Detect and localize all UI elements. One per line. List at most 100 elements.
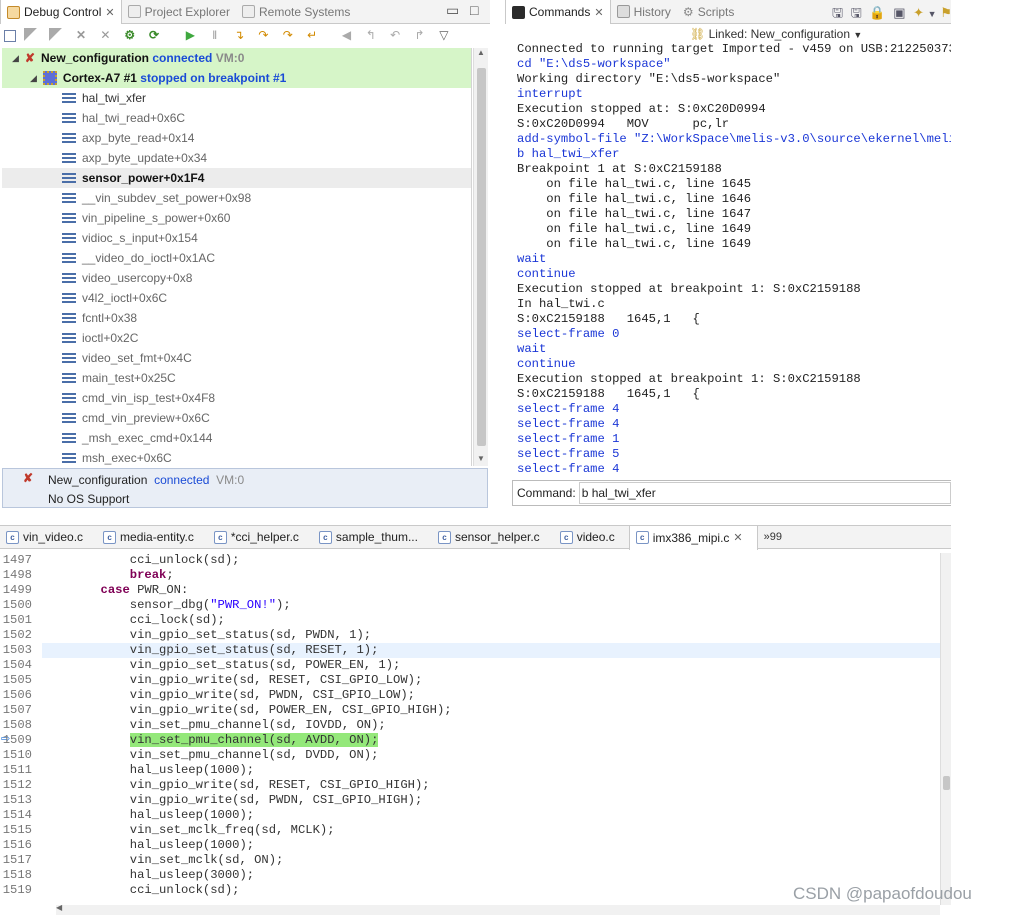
code-line[interactable]: 1500 sensor_dbg("PWR_ON!"); xyxy=(0,598,940,613)
stack-frame-row[interactable]: hal_twi_xfer xyxy=(2,88,471,108)
code-line[interactable]: 1512 vin_gpio_write(sd, RESET, CSI_GPIO_… xyxy=(0,778,940,793)
tab-scripts[interactable]: ⚙ Scripts xyxy=(677,0,740,24)
code-line[interactable]: 1504 vin_gpio_set_status(sd, POWER_EN, 1… xyxy=(0,658,940,673)
stack-frame-row[interactable]: __video_do_ioctl+0x1AC xyxy=(2,248,471,268)
view-menu-icon[interactable]: ▽ xyxy=(436,28,452,44)
close-icon[interactable]: ✕ xyxy=(105,6,114,19)
editor-tab[interactable]: c imx386_mipi.c ✕ xyxy=(628,524,758,550)
reverse-step-icon[interactable]: ↰ xyxy=(363,28,379,44)
disconnect-icon[interactable] xyxy=(48,28,65,44)
code-line[interactable]: 1515 vin_set_mclk_freq(sd, MCLK); xyxy=(0,823,940,838)
editor-scrollbar-horizontal[interactable]: ◀ xyxy=(56,903,940,915)
stack-frame-row[interactable]: cmd_vin_preview+0x6C xyxy=(2,408,471,428)
stack-frame-row[interactable]: v4l2_ioctl+0x6C xyxy=(2,288,471,308)
code-line[interactable]: 1511 hal_usleep(1000); xyxy=(0,763,940,778)
step-over-2-icon[interactable]: ↷ xyxy=(280,28,296,44)
editor-tab[interactable]: c sensor_helper.c xyxy=(432,525,554,549)
stack-frame-row[interactable]: vidioc_s_input+0x154 xyxy=(2,228,471,248)
tab-remote-systems[interactable]: Remote Systems xyxy=(236,0,356,24)
connect-icon[interactable] xyxy=(24,28,41,44)
tab-debug-control[interactable]: Debug Control ✕ xyxy=(0,0,122,24)
code-line[interactable]: 1499 case PWR_ON: xyxy=(0,583,940,598)
editor-tab[interactable]: c media-entity.c xyxy=(97,525,208,549)
more-icon[interactable]: ⚑ xyxy=(940,5,952,20)
code-line[interactable]: 1502 vin_gpio_set_status(sd, PWDN, 1); xyxy=(0,628,940,643)
code-line[interactable]: 1507 vin_gpio_write(sd, POWER_EN, CSI_GP… xyxy=(0,703,940,718)
code-line[interactable]: 1506 vin_gpio_write(sd, PWDN, CSI_GPIO_L… xyxy=(0,688,940,703)
stack-frame-row[interactable]: msh_exec+0x6C xyxy=(2,448,471,466)
code-line[interactable]: 1509 vin_set_pmu_channel(sd, AVDD, ON); xyxy=(0,733,940,748)
refresh-icon[interactable]: ⟳ xyxy=(146,28,162,44)
collapse-all-icon[interactable] xyxy=(4,30,16,42)
expand-icon[interactable]: ◢ xyxy=(30,73,37,84)
reverse-over-icon[interactable]: ↶ xyxy=(387,28,403,44)
close-icon[interactable]: ✕ xyxy=(733,531,742,544)
stack-frame-row[interactable]: axp_byte_update+0x34 xyxy=(2,148,471,168)
stack-frame-row[interactable]: __vin_subdev_set_power+0x98 xyxy=(2,188,471,208)
tab-commands[interactable]: Commands ✕ xyxy=(505,0,611,24)
tab-history[interactable]: History xyxy=(611,0,677,24)
expand-icon[interactable]: ◢ xyxy=(12,53,19,64)
stack-frame-row[interactable]: hal_twi_read+0x6C xyxy=(2,108,471,128)
tab-overflow[interactable]: »99 xyxy=(758,525,788,549)
run-icon[interactable]: ▶ xyxy=(182,28,198,44)
code-line[interactable]: 1501 cci_lock(sd); xyxy=(0,613,940,628)
stack-frame-row[interactable]: main_test+0x25C xyxy=(2,368,471,388)
lock-icon[interactable]: 🔒 xyxy=(869,5,885,20)
code-editor[interactable]: 1497 cci_unlock(sd); 1498 break; 1499 case… xyxy=(0,553,940,905)
code-line[interactable]: 1517 vin_set_mclk(sd, ON); xyxy=(0,853,940,868)
scroll-up-icon[interactable]: ▲ xyxy=(477,48,485,57)
command-input[interactable] xyxy=(578,482,951,504)
image-icon[interactable]: ▣ xyxy=(893,5,905,20)
maximize-icon[interactable]: □ xyxy=(470,2,478,18)
stack-frame-row[interactable]: sensor_power+0x1F4 xyxy=(2,168,471,188)
scroll-thumb[interactable] xyxy=(477,68,486,446)
editor-tab[interactable]: c vin_video.c xyxy=(0,525,97,549)
code-line[interactable]: 1518 hal_usleep(3000); xyxy=(0,868,940,883)
step-over-icon[interactable]: ↷ xyxy=(255,28,271,44)
remove-all-icon[interactable]: ✕ xyxy=(97,28,113,44)
code-line[interactable]: 1516 hal_usleep(1000); xyxy=(0,838,940,853)
step-out-icon[interactable]: ↵ xyxy=(304,28,320,44)
stack-frame-row[interactable]: video_usercopy+0x8 xyxy=(2,268,471,288)
code-line[interactable]: 1505 vin_gpio_write(sd, RESET, CSI_GPIO_… xyxy=(0,673,940,688)
code-line[interactable]: 1497 cci_unlock(sd); xyxy=(0,553,940,568)
editor-tab[interactable]: c sample_thum... xyxy=(313,525,432,549)
stack-frame-row[interactable]: fcntl+0x38 xyxy=(2,308,471,328)
code-line[interactable]: 1503 vin_gpio_set_status(sd, RESET, 1); xyxy=(0,643,940,658)
code-line[interactable]: 1510 vin_set_pmu_channel(sd, DVDD, ON); xyxy=(0,748,940,763)
tree-core-row[interactable]: ◢ Cortex-A7 #1 stopped on breakpoint #1 xyxy=(2,68,471,88)
pause-icon[interactable]: ‖ xyxy=(207,28,223,44)
code-line[interactable]: 1508 vin_set_pmu_channel(sd, IOVDD, ON); xyxy=(0,718,940,733)
save-icon[interactable]: 🖫 xyxy=(832,5,843,20)
debug-tree-scrollbar[interactable]: ▲ ▼ xyxy=(473,48,488,466)
stack-frame-row[interactable]: video_set_fmt+0x4C xyxy=(2,348,471,368)
linked-context[interactable]: ⛓ Linked: New_configuration ▼ xyxy=(690,27,862,41)
editor-tab[interactable]: c video.c xyxy=(554,525,629,549)
step-back-icon[interactable]: ◀ xyxy=(338,28,354,44)
tab-project-explorer[interactable]: Project Explorer xyxy=(122,0,236,24)
close-icon[interactable]: ✕ xyxy=(594,6,603,19)
save-all-icon[interactable]: 🖫 xyxy=(851,5,862,20)
minimize-icon[interactable]: ▭ xyxy=(446,2,459,19)
tree-config-row[interactable]: ◢ ✘ New_configuration connected VM:0 xyxy=(2,48,471,68)
dropdown-icon[interactable]: ▼ xyxy=(928,9,937,19)
remove-icon[interactable]: ✕ xyxy=(73,28,89,44)
code-line[interactable]: 1498 break; xyxy=(0,568,940,583)
code-line[interactable]: 1514 hal_usleep(1000); xyxy=(0,808,940,823)
code-line[interactable]: 1513 vin_gpio_write(sd, PWDN, CSI_GPIO_H… xyxy=(0,793,940,808)
step-into-icon[interactable]: ↴ xyxy=(231,28,247,44)
editor-tab[interactable]: c *cci_helper.c xyxy=(208,525,313,549)
run-script-icon[interactable]: ✦ xyxy=(913,5,924,20)
stack-frame-row[interactable]: cmd_vin_isp_test+0x4F8 xyxy=(2,388,471,408)
stack-frame-row[interactable]: _msh_exec_cmd+0x144 xyxy=(2,428,471,448)
scroll-left-icon[interactable]: ◀ xyxy=(56,903,62,912)
reverse-out-icon[interactable]: ↱ xyxy=(412,28,428,44)
stack-frame-row[interactable]: axp_byte_read+0x14 xyxy=(2,128,471,148)
editor-scrollbar-vertical[interactable] xyxy=(940,553,951,905)
scroll-thumb[interactable] xyxy=(943,776,950,790)
scroll-down-icon[interactable]: ▼ xyxy=(477,454,485,463)
stack-frame-row[interactable]: ioctl+0x2C xyxy=(2,328,471,348)
debug-settings-icon[interactable]: ⚙ xyxy=(122,28,138,44)
stack-frame-row[interactable]: vin_pipeline_s_power+0x60 xyxy=(2,208,471,228)
